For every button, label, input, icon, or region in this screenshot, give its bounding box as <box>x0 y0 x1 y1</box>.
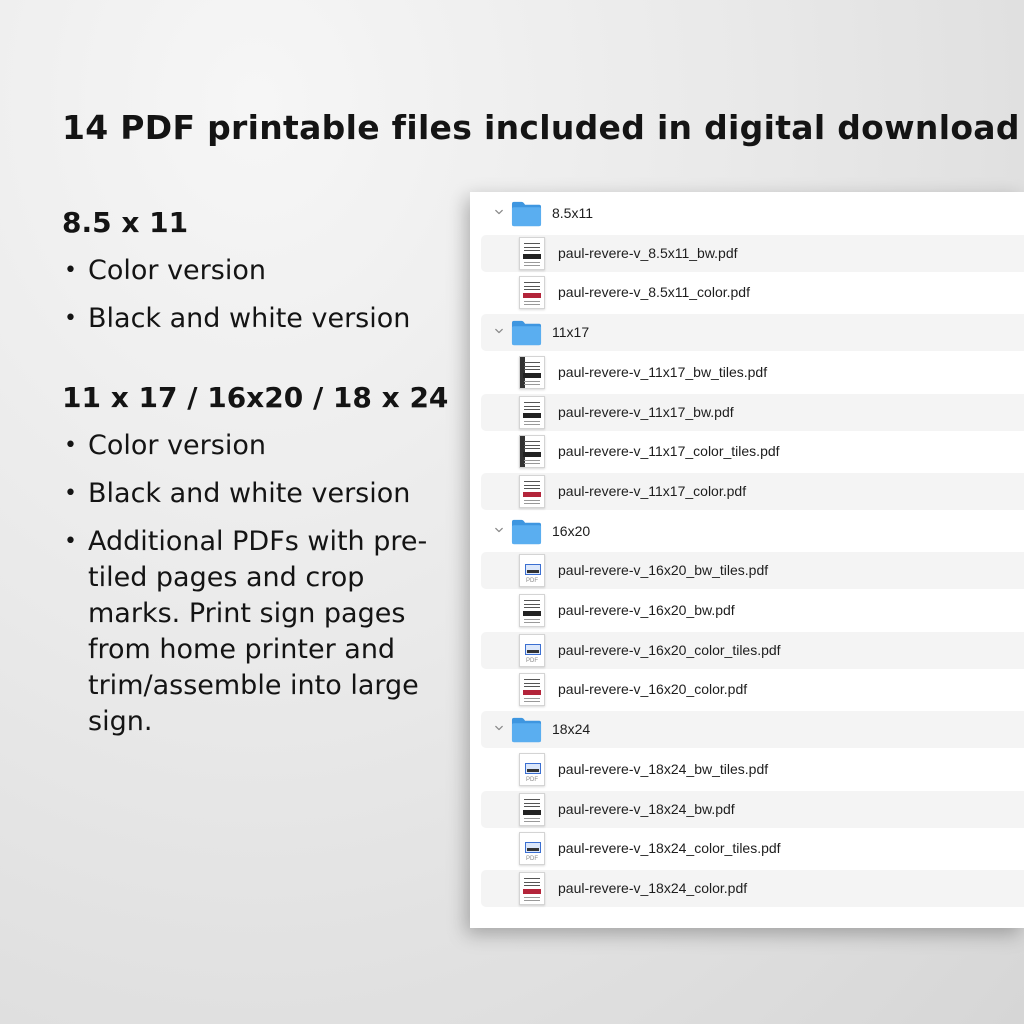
finder-file-list[interactable]: 8.5x11 paul-revere-v_8.5x11_bw.pdf paul-re… <box>470 192 1024 928</box>
pdf-file-icon <box>519 236 545 270</box>
file-name: paul-revere-v_11x17_color.pdf <box>558 482 747 499</box>
file-row[interactable]: PDF paul-revere-v_16x20_bw_tiles.pdf <box>481 552 1024 590</box>
pdf-file-icon <box>519 871 545 905</box>
folder-icon <box>511 201 542 227</box>
pdf-file-icon <box>519 474 545 508</box>
folder-name: 18x24 <box>552 721 591 738</box>
folder-row[interactable]: 11x17 <box>481 314 1024 352</box>
file-name: paul-revere-v_16x20_bw_tiles.pdf <box>558 562 769 579</box>
file-name: paul-revere-v_16x20_bw.pdf <box>558 602 735 618</box>
file-name: paul-revere-v_18x24_color.pdf <box>558 879 748 896</box>
file-name: paul-revere-v_11x17_bw.pdf <box>558 403 734 420</box>
bullet-item: Black and white version <box>62 301 462 337</box>
folder-name: 16x20 <box>552 522 591 539</box>
chevron-down-icon[interactable] <box>495 724 503 732</box>
chevron-down-icon[interactable] <box>495 208 503 216</box>
pdf-file-icon <box>519 673 545 707</box>
file-row[interactable]: PDF paul-revere-v_18x24_color_tiles.pdf <box>481 830 1024 867</box>
file-row[interactable]: paul-revere-v_11x17_color_tiles.pdf <box>481 433 1024 470</box>
folder-name: 11x17 <box>552 324 590 341</box>
file-row[interactable]: paul-revere-v_16x20_color.pdf <box>481 671 1024 708</box>
section-bullets-large-sizes: Color version Black and white version Ad… <box>62 428 462 740</box>
section-title-8x11: 8.5 x 11 <box>62 206 189 239</box>
pdf-file-icon <box>519 276 545 310</box>
file-name: paul-revere-v_18x24_color_tiles.pdf <box>558 840 781 857</box>
file-row[interactable]: paul-revere-v_8.5x11_bw.pdf <box>481 234 1024 272</box>
page-headline: 14 PDF printable files included in digit… <box>62 108 1020 147</box>
file-row[interactable]: paul-revere-v_8.5x11_color.pdf <box>481 274 1024 311</box>
folder-icon <box>511 717 542 743</box>
pdf-file-icon: PDF <box>519 752 545 786</box>
folder-name: 8.5x11 <box>552 205 593 221</box>
file-name: paul-revere-v_11x17_color_tiles.pdf <box>558 443 780 460</box>
pdf-file-icon: PDF <box>519 832 545 866</box>
file-row[interactable]: paul-revere-v_18x24_bw.pdf <box>481 790 1024 828</box>
file-row[interactable]: PDF paul-revere-v_18x24_bw_tiles.pdf <box>481 751 1024 788</box>
folder-icon <box>511 519 542 544</box>
file-row[interactable]: paul-revere-v_16x20_bw.pdf <box>481 592 1024 629</box>
bullet-item: Additional PDFs with pre-tiled pages and… <box>62 524 462 740</box>
bullet-item: Black and white version <box>62 476 462 512</box>
chevron-down-icon[interactable] <box>495 327 503 335</box>
folder-row[interactable]: 16x20 <box>481 513 1024 550</box>
chevron-down-icon[interactable] <box>495 526 503 534</box>
pdf-file-icon <box>519 792 545 826</box>
file-name: paul-revere-v_8.5x11_color.pdf <box>558 284 750 301</box>
folder-icon <box>511 320 542 346</box>
folder-row[interactable]: 18x24 <box>481 711 1024 749</box>
file-row[interactable]: paul-revere-v_11x17_bw_tiles.pdf <box>481 354 1024 391</box>
file-row[interactable]: paul-revere-v_18x24_color.pdf <box>481 869 1024 907</box>
file-name: paul-revere-v_18x24_bw.pdf <box>558 800 735 817</box>
file-row[interactable]: paul-revere-v_11x17_color.pdf <box>481 472 1024 510</box>
pdf-file-icon: PDF <box>519 633 545 667</box>
section-title-large-sizes: 11 x 17 / 16x20 / 18 x 24 <box>62 381 449 414</box>
feature-list: 8.5 x 11 Color version Black and white v… <box>62 206 462 752</box>
file-name: paul-revere-v_16x20_color.pdf <box>558 681 748 698</box>
file-name: paul-revere-v_8.5x11_bw.pdf <box>558 244 738 261</box>
file-row[interactable]: paul-revere-v_11x17_bw.pdf <box>481 393 1024 431</box>
file-name: paul-revere-v_11x17_bw_tiles.pdf <box>558 363 768 380</box>
file-name: paul-revere-v_16x20_color_tiles.pdf <box>558 641 781 658</box>
pdf-file-icon <box>519 395 545 429</box>
section-bullets-8x11: Color version Black and white version <box>62 253 462 337</box>
file-name: paul-revere-v_18x24_bw_tiles.pdf <box>558 760 769 777</box>
pdf-file-icon <box>519 594 545 627</box>
bullet-item: Color version <box>62 253 462 289</box>
bullet-item: Color version <box>62 428 462 464</box>
folder-row[interactable]: 8.5x11 <box>481 195 1024 232</box>
pdf-file-icon: PDF <box>519 554 545 588</box>
pdf-file-icon <box>519 355 545 389</box>
file-row[interactable]: PDF paul-revere-v_16x20_color_tiles.pdf <box>481 631 1024 669</box>
pdf-file-icon <box>519 435 545 469</box>
